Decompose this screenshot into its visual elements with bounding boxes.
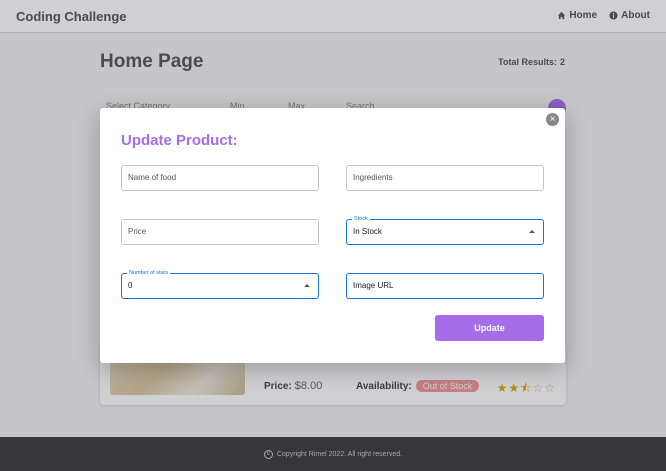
ingredients-field[interactable]: Ingredients bbox=[346, 165, 544, 191]
name-field[interactable]: Name of food bbox=[121, 165, 319, 191]
price-field[interactable]: Price bbox=[121, 219, 319, 245]
stock-select-label: Stock bbox=[352, 215, 370, 223]
stars-select[interactable]: Number of stars 0 bbox=[121, 269, 319, 299]
ingredients-field-placeholder: Ingredients bbox=[353, 173, 393, 182]
chevron-up-icon bbox=[304, 284, 310, 287]
stars-select-value: 0 bbox=[128, 281, 133, 290]
image-url-field[interactable]: Image URL bbox=[346, 273, 544, 299]
stock-select-value: In Stock bbox=[353, 227, 382, 236]
close-icon: × bbox=[549, 114, 556, 125]
stock-select[interactable]: Stock In Stock bbox=[346, 215, 544, 245]
price-field-placeholder: Price bbox=[128, 227, 147, 236]
update-button[interactable]: Update bbox=[435, 315, 544, 341]
chevron-up-icon bbox=[529, 230, 535, 233]
image-url-field-value: Image URL bbox=[353, 281, 394, 290]
modal-title: Update Product: bbox=[121, 132, 238, 149]
close-button[interactable]: × bbox=[546, 113, 559, 126]
name-field-placeholder: Name of food bbox=[128, 173, 177, 182]
update-product-modal: × Update Product: Name of food Ingredien… bbox=[100, 108, 565, 363]
stars-select-label: Number of stars bbox=[127, 269, 171, 277]
